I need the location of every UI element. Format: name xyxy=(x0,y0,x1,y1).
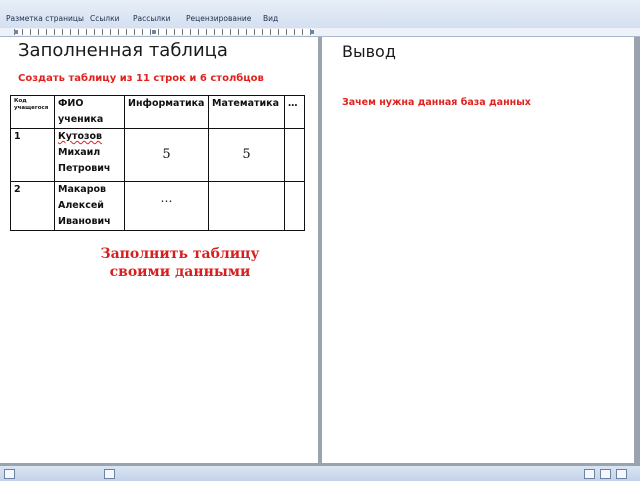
tab-review[interactable]: Рецензирование xyxy=(186,14,251,23)
slide-page-right[interactable]: Вывод Зачем нужна данная база данных xyxy=(322,37,634,463)
ruler-indent-marker[interactable] xyxy=(14,30,18,34)
table-row: 2 Макаров Алексей Иванович … xyxy=(10,181,305,231)
ruler-tab-marker[interactable] xyxy=(152,30,156,34)
header-more[interactable]: … xyxy=(284,95,305,129)
page-title-left: Заполненная таблица xyxy=(18,40,228,61)
ruler-scale-left xyxy=(14,29,314,35)
page-title-right: Вывод xyxy=(342,42,396,61)
name-patronymic: Петрович xyxy=(58,163,111,174)
tab-references[interactable]: Ссылки xyxy=(90,14,119,23)
web-layout-view-icon[interactable] xyxy=(616,469,627,479)
task-instruction: Создать таблицу из 11 строк и 6 столбцов xyxy=(18,73,264,84)
note-line-1: Заполнить таблицу xyxy=(100,246,260,262)
cell-code[interactable]: 2 xyxy=(10,181,55,231)
header-informatics[interactable]: Информатика xyxy=(124,95,209,129)
student-grade-table[interactable]: Код учащегося ФИО ученика Информатика Ма… xyxy=(10,95,305,231)
header-student-code[interactable]: Код учащегося xyxy=(10,95,55,129)
name-patronymic: Иванович xyxy=(58,216,111,227)
tab-page-layout[interactable]: Разметка страницы xyxy=(6,14,84,23)
cell-informatics-grade[interactable]: … xyxy=(124,181,209,231)
print-layout-view-icon[interactable] xyxy=(584,469,595,479)
ribbon-tab-bar: Разметка страницы Ссылки Рассылки Реценз… xyxy=(0,0,640,29)
name-first: Алексей xyxy=(58,200,104,211)
name-surname: Макаров xyxy=(58,184,107,195)
note-line-2: своими данными xyxy=(109,264,251,280)
status-bar xyxy=(0,465,640,481)
header-mathematics[interactable]: Математика xyxy=(208,95,285,129)
cell-code[interactable]: 1 xyxy=(10,128,55,182)
tab-view[interactable]: Вид xyxy=(263,14,278,23)
spelling-check-icon[interactable] xyxy=(4,469,15,479)
full-screen-view-icon[interactable] xyxy=(600,469,611,479)
cell-informatics-grade[interactable]: 5 xyxy=(124,128,209,182)
cell-name[interactable]: Макаров Алексей Иванович xyxy=(54,181,125,231)
table-header-row: Код учащегося ФИО ученика Информатика Ма… xyxy=(10,95,305,129)
cell-extra[interactable] xyxy=(284,181,305,231)
cell-extra[interactable] xyxy=(284,128,305,182)
name-first: Михаил xyxy=(58,147,101,158)
cell-name[interactable]: Кутозов Михаил Петрович xyxy=(54,128,125,182)
name-surname: Кутозов xyxy=(58,131,103,142)
conclusion-question: Зачем нужна данная база данных xyxy=(342,97,531,108)
horizontal-ruler[interactable] xyxy=(0,28,640,37)
ruler-right-margin-marker[interactable] xyxy=(310,30,314,34)
document-workspace: Заполненная таблица Создать таблицу из 1… xyxy=(0,37,640,465)
cell-math-grade[interactable] xyxy=(208,181,285,231)
slide-page-left[interactable]: Заполненная таблица Создать таблицу из 1… xyxy=(0,37,318,463)
macro-record-icon[interactable] xyxy=(104,469,115,479)
table-row: 1 Кутозов Михаил Петрович 5 5 xyxy=(10,128,305,182)
fill-table-note: Заполнить таблицу своими данными xyxy=(70,245,290,281)
cell-math-grade[interactable]: 5 xyxy=(208,128,285,182)
header-student-name[interactable]: ФИО ученика xyxy=(54,95,125,129)
tab-mailings[interactable]: Рассылки xyxy=(133,14,171,23)
